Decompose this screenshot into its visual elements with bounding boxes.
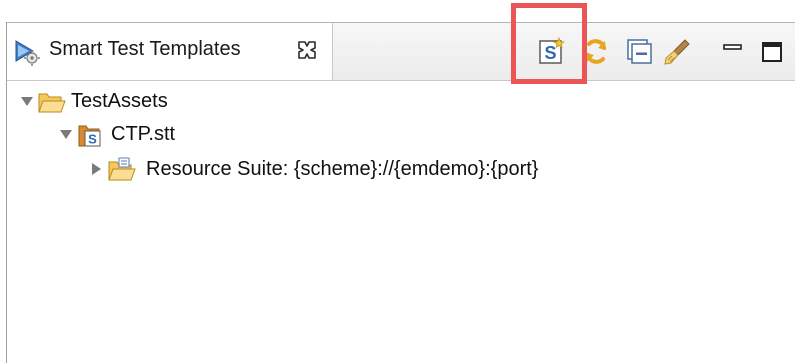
svg-text:S: S	[88, 132, 97, 147]
chevron-down-icon[interactable]	[20, 94, 34, 108]
highlight-box	[511, 3, 587, 84]
smart-test-templates-icon	[15, 40, 40, 66]
tab-smart-test-templates[interactable]: Smart Test Templates	[7, 23, 333, 80]
chevron-down-icon[interactable]	[59, 127, 73, 141]
clear-icon[interactable]	[660, 35, 694, 69]
template-file-icon: S	[78, 125, 101, 147]
close-icon[interactable]	[295, 38, 319, 62]
tree-node-label: CTP.stt	[111, 123, 176, 145]
collapse-all-icon[interactable]	[621, 35, 655, 69]
folder-open-icon	[38, 93, 66, 113]
chevron-right-icon[interactable]	[89, 162, 103, 176]
maximize-icon[interactable]	[755, 35, 789, 69]
tree-node-label: Resource Suite: {scheme}://{emdemo}:{por…	[146, 158, 539, 180]
tree-node-label: TestAssets	[71, 90, 168, 112]
resource-suite-icon	[108, 157, 136, 181]
tab-label: Smart Test Templates	[49, 38, 241, 60]
tree-view: TestAssets S CTP.stt Resource Suite: {sc…	[7, 82, 795, 352]
minimize-icon[interactable]	[716, 35, 750, 69]
view-tabbar: Smart Test Templates S	[7, 23, 795, 81]
window: Smart Test Templates S TestAssets S CTP.…	[0, 0, 795, 363]
